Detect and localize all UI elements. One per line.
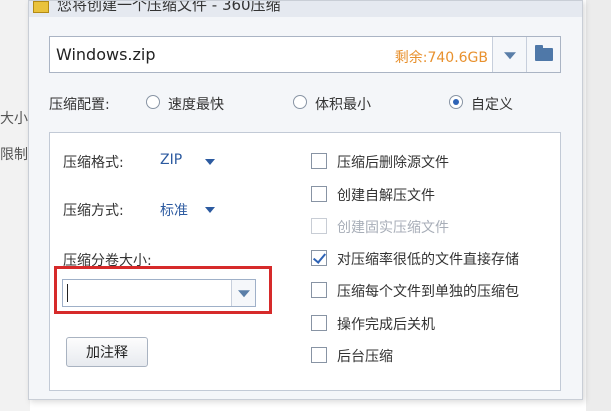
checkbox-label: 操作完成后关机 xyxy=(337,317,435,333)
chevron-down-icon[interactable] xyxy=(205,207,215,213)
chevron-down-icon[interactable] xyxy=(205,159,215,165)
checkbox[interactable] xyxy=(311,186,327,202)
background-window-left xyxy=(0,0,30,411)
checkbox[interactable] xyxy=(311,153,327,169)
volume-dropdown-button[interactable] xyxy=(231,280,255,306)
checkbox-label: 创建固实压缩文件 xyxy=(337,220,449,236)
option-solid-archive: 创建固实压缩文件 xyxy=(311,217,571,239)
chevron-down-icon xyxy=(237,290,250,298)
checkbox-label: 压缩后删除源文件 xyxy=(337,155,449,171)
option-shutdown-after[interactable]: 操作完成后关机 xyxy=(311,314,571,336)
method-label: 压缩方式: xyxy=(63,203,124,219)
background-text: 大小 xyxy=(0,111,28,127)
radio-label: 自定义 xyxy=(471,97,513,113)
format-dropdown[interactable]: ZIP xyxy=(160,152,182,168)
dialog-title: 您将创建一个压缩文件 - 360压缩 xyxy=(57,1,281,14)
checkbox-label: 创建自解压文件 xyxy=(337,188,435,204)
volume-size-combo[interactable] xyxy=(62,279,256,307)
checkbox-disabled xyxy=(311,218,327,234)
archive-path-field[interactable]: Windows.zip 剩余:740.6GB xyxy=(49,36,561,73)
option-background[interactable]: 后台压缩 xyxy=(311,346,571,368)
checkbox-label: 对压缩率很低的文件直接存储 xyxy=(337,252,519,268)
background-window-right xyxy=(586,0,611,411)
free-space-label: 剩余:740.6GB xyxy=(394,50,488,66)
option-separate-archives[interactable]: 压缩每个文件到单独的压缩包 xyxy=(311,281,571,303)
radio-button-selected[interactable] xyxy=(449,95,463,109)
option-store-low-ratio[interactable]: 对压缩率很低的文件直接存储 xyxy=(311,249,571,271)
title-bar: 您将创建一个压缩文件 - 360压缩 xyxy=(29,1,582,17)
checkbox[interactable] xyxy=(311,282,327,298)
archive-filename[interactable]: Windows.zip xyxy=(56,45,156,64)
add-comment-button[interactable]: 加注释 xyxy=(66,337,148,367)
radio-label: 速度最快 xyxy=(168,97,224,113)
radio-button[interactable] xyxy=(293,95,307,109)
text-caret xyxy=(67,284,68,302)
format-label: 压缩格式: xyxy=(63,155,124,171)
checkbox-checked[interactable] xyxy=(311,250,327,266)
compression-config-row: 压缩配置: 速度最快 体积最小 自定义 xyxy=(49,93,569,115)
option-delete-source[interactable]: 压缩后删除源文件 xyxy=(311,152,571,174)
checkbox-label: 后台压缩 xyxy=(337,349,393,365)
config-label: 压缩配置: xyxy=(49,97,110,113)
browse-folder-button[interactable] xyxy=(526,37,560,72)
radio-button[interactable] xyxy=(146,95,160,109)
background-text: 限制 xyxy=(0,147,28,163)
checkbox-label: 压缩每个文件到单独的压缩包 xyxy=(337,284,519,300)
radio-label: 体积最小 xyxy=(315,97,371,113)
checkbox[interactable] xyxy=(311,315,327,331)
option-self-extract[interactable]: 创建自解压文件 xyxy=(311,185,571,207)
checkbox[interactable] xyxy=(311,347,327,363)
method-dropdown[interactable]: 标准 xyxy=(160,200,188,220)
path-dropdown-button[interactable] xyxy=(492,37,526,72)
chevron-down-icon xyxy=(503,51,516,59)
folder-icon xyxy=(535,45,553,61)
archive-icon xyxy=(33,1,49,13)
